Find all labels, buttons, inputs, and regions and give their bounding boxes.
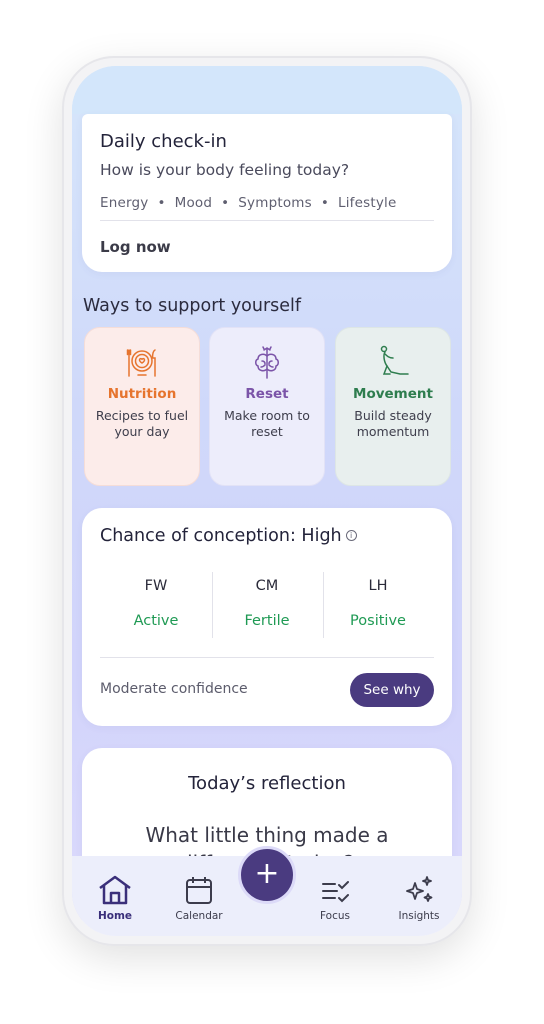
tab-insights[interactable]: Insights [384,874,454,922]
divider [100,220,434,221]
metric-value: Positive [350,613,406,629]
metric-cm: CM Fertile [211,570,323,636]
tab-label: Insights [398,910,440,922]
metric-value: Fertile [244,613,290,629]
tile-nutrition[interactable]: Nutrition Recipes to fuel your day [84,327,200,486]
checkin-tags: Energy • Mood • Symptoms • Lifestyle [100,195,397,211]
tab-home[interactable]: Home [80,874,150,922]
tile-description: Recipes to fuel your day [95,408,189,439]
metric-lh: LH Positive [322,570,434,636]
reflection-title: Today’s reflection [188,773,346,794]
focus-icon [322,881,349,903]
tab-label: Calendar [175,910,223,922]
brain-icon [210,344,324,380]
tile-title: Reset [245,386,289,402]
tile-reset[interactable]: Reset Make room to reset [209,327,325,486]
tile-movement[interactable]: Movement Build steady momentum [335,327,451,486]
conception-level: High [301,526,342,546]
checkin-question: How is your body feeling today? [100,161,350,179]
sparkles-icon [406,876,433,902]
confidence-text: Moderate confidence [100,681,248,697]
status-area [72,66,462,114]
conception-label: Chance of conception: [100,526,296,546]
section-title: Ways to support yourself [83,296,302,316]
metric-value: Active [133,613,179,629]
tab-calendar[interactable]: Calendar [164,874,234,922]
daily-checkin-card[interactable]: Daily check-in How is your body feeling … [82,114,452,272]
tab-label: Home [97,910,133,922]
divider [100,657,434,658]
calendar-icon [186,877,212,904]
checkin-title: Daily check-in [100,131,227,152]
add-button[interactable]: + [238,846,296,904]
metric-key: FW [144,578,168,594]
metric-key: CM [255,578,279,594]
home-icon [99,875,131,905]
tile-title: Movement [353,386,433,402]
tab-label: Focus [320,910,350,922]
see-why-button[interactable]: See why [350,673,434,707]
conception-card: Chance of conception: High i FW Active CM… [82,508,452,726]
metric-key: LH [368,578,388,594]
tile-description: Make room to reset [224,408,310,439]
info-icon[interactable]: i [345,530,357,541]
app-screen: Daily check-in How is your body feeling … [72,66,462,936]
conception-title: Chance of conception: High i [100,526,357,546]
log-now-button[interactable]: Log now [100,238,171,256]
metric-fw: FW Active [100,570,212,636]
tab-focus[interactable]: Focus [300,874,370,922]
yoga-pose-icon [336,344,450,380]
tile-title: Nutrition [107,386,177,402]
tile-description: Build steady momentum [354,408,432,439]
nutrition-icon [85,344,199,380]
